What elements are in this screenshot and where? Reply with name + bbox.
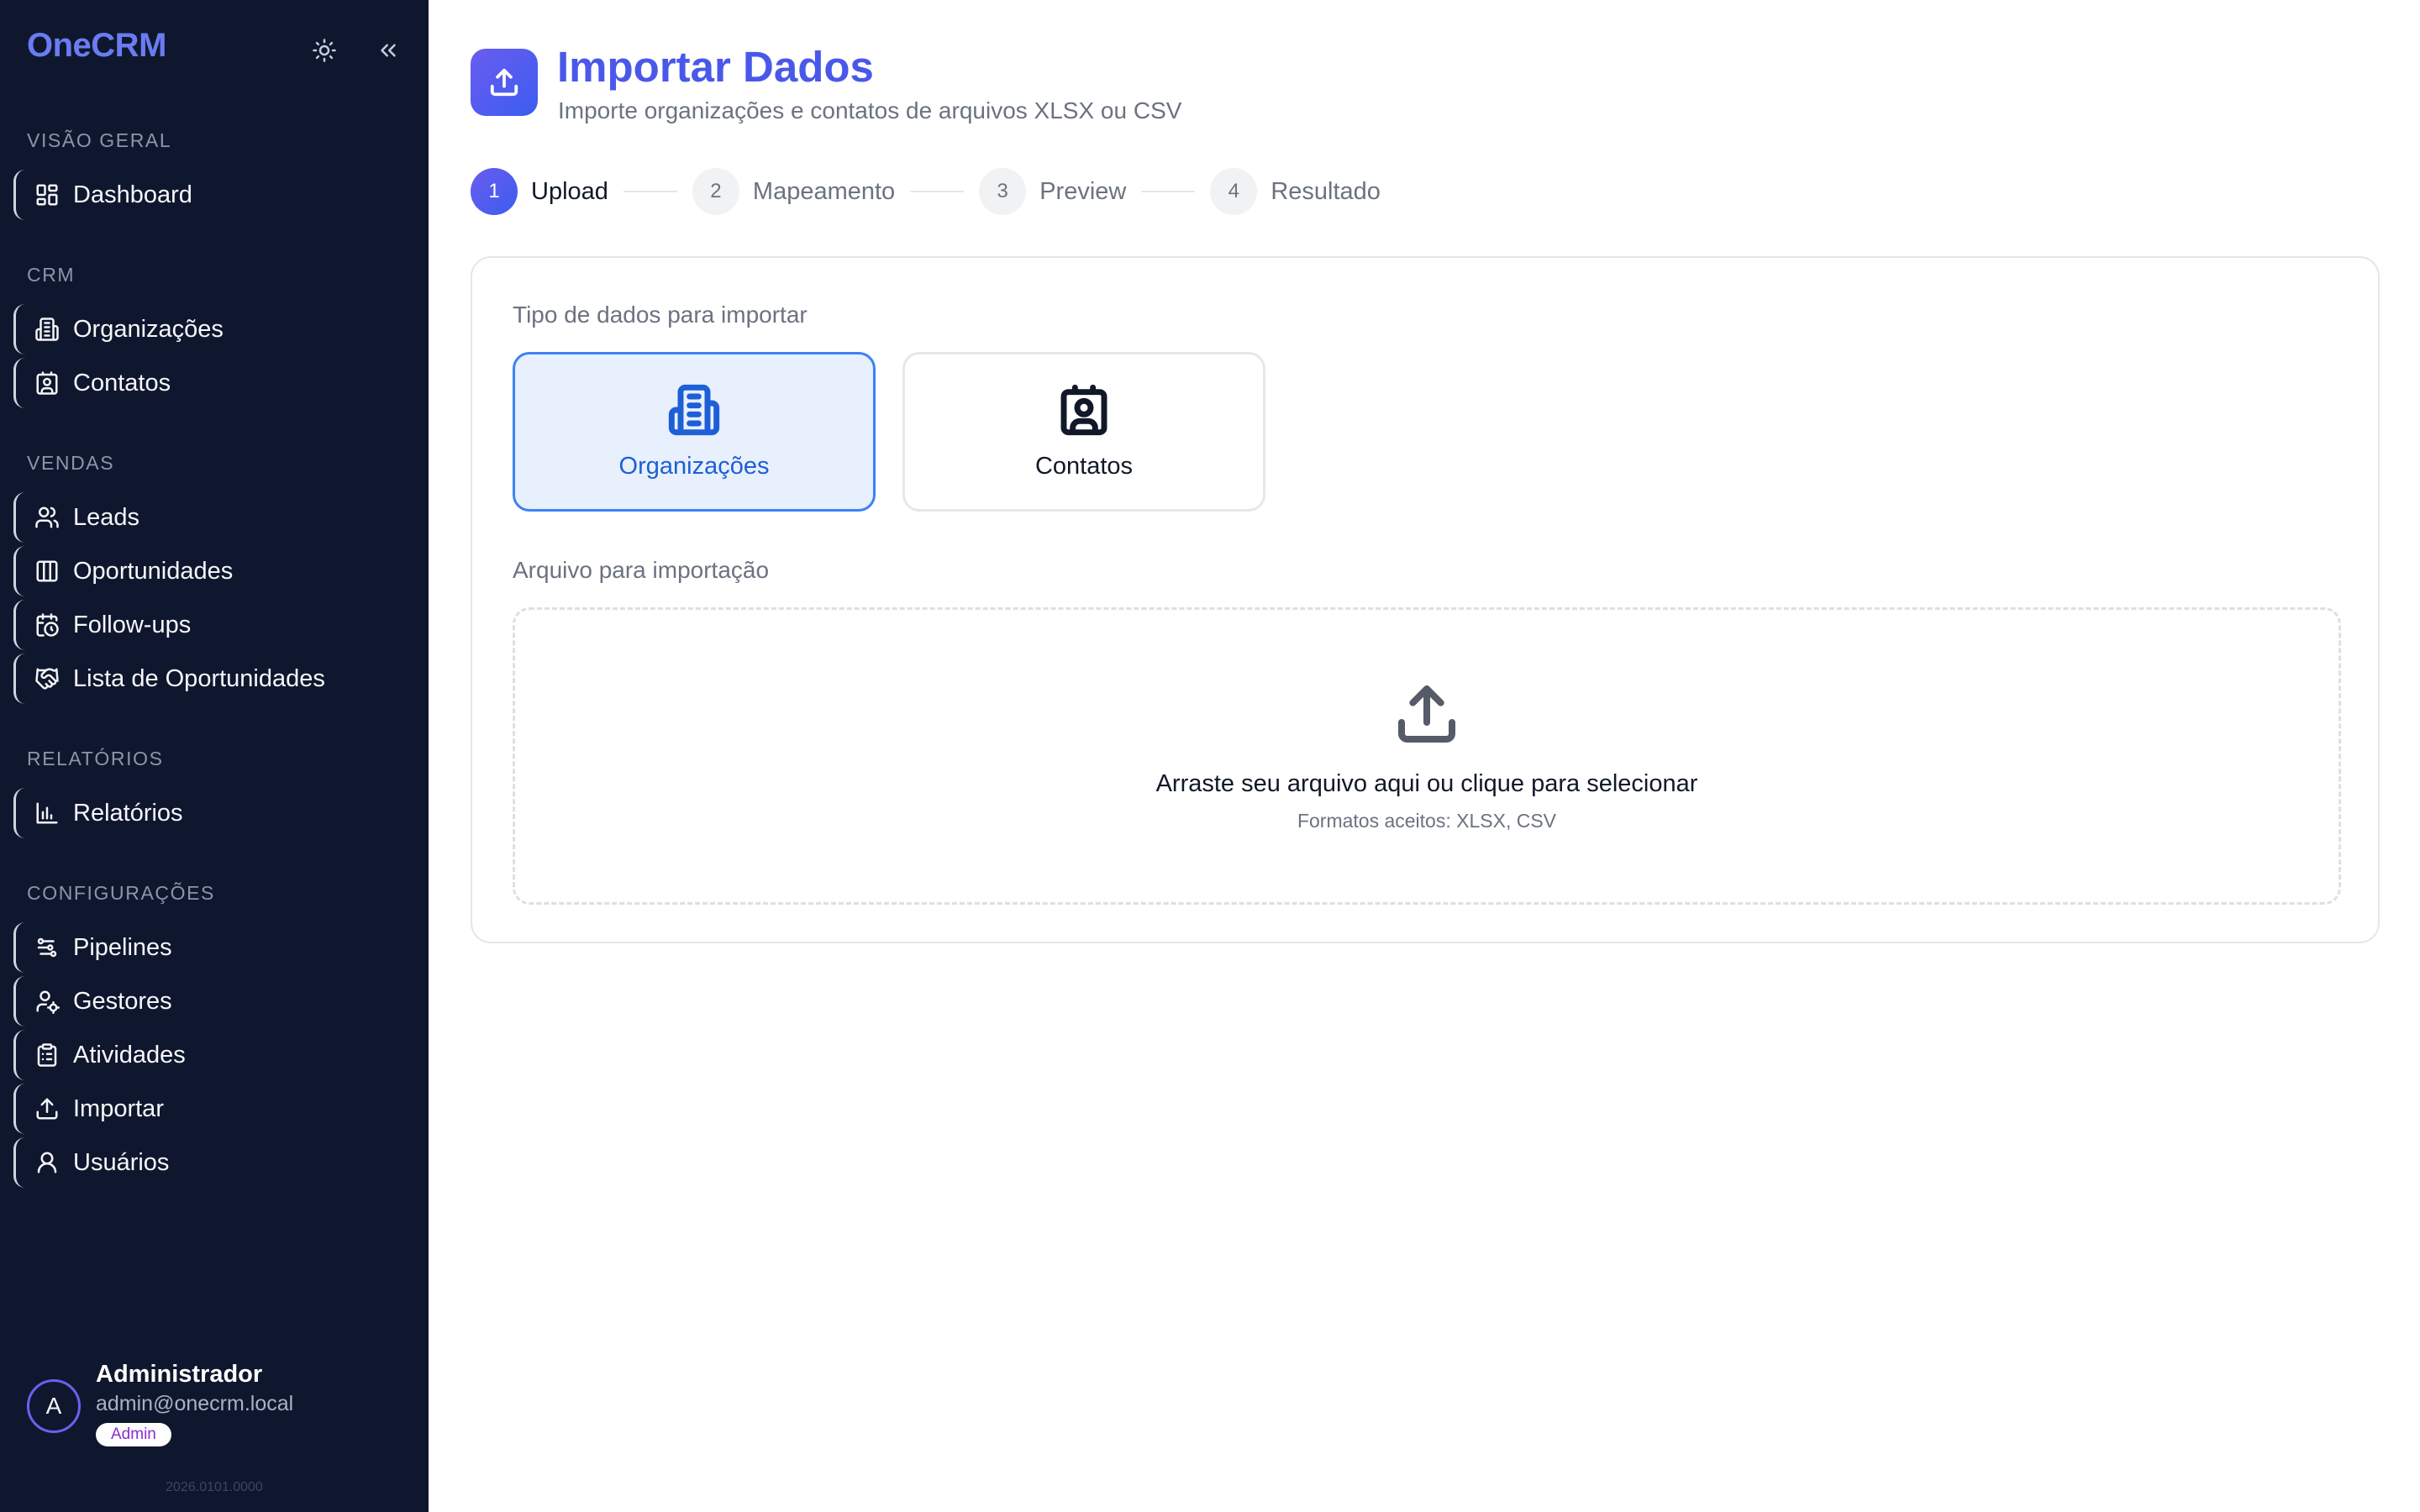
clipboard-icon (33, 1041, 61, 1069)
step-mapeamento[interactable]: 2 Mapeamento (692, 168, 895, 215)
page-subtitle: Importe organizações e contatos de arqui… (558, 97, 1182, 123)
user-icon (33, 1148, 61, 1177)
step-number: 3 (979, 168, 1027, 215)
type-option-organizacoes[interactable]: Organizações (513, 352, 876, 512)
import-card: Tipo de dados para importar Organizações… (471, 256, 2380, 943)
step-number: 4 (1210, 168, 1258, 215)
step-connector (910, 191, 965, 192)
sidebar-item-label: Gestores (73, 987, 172, 1015)
upload-icon (1393, 680, 1460, 752)
upload-icon (33, 1095, 61, 1123)
step-label: Preview (1039, 177, 1127, 205)
file-field-label: Arquivo para importação (513, 557, 770, 583)
pipeline-icon (33, 933, 61, 962)
user-info: Administrador admin@onecrm.local Admin (96, 1361, 293, 1446)
step-label: Mapeamento (752, 177, 896, 205)
section-label-crm: CRM (27, 264, 76, 286)
section-label-vendas: VENDAS (27, 452, 115, 474)
page-header-icon (471, 49, 538, 116)
step-number: 1 (471, 168, 518, 215)
sidebar-item-lista-de-oportunidades[interactable]: Lista de Oportunidades (13, 654, 408, 704)
sidebar-item-label: Lista de Oportunidades (73, 664, 325, 692)
sidebar-item-gestores[interactable]: Gestores (13, 976, 408, 1026)
collapse-sidebar-button[interactable] (371, 34, 405, 67)
bar-chart-icon (33, 799, 61, 827)
step-resultado[interactable]: 4 Resultado (1210, 168, 1381, 215)
page-title: Importar Dados (557, 43, 874, 91)
dropzone-text: Arraste seu arquivo aqui ou clique para … (1155, 769, 1698, 797)
sidebar-item-relatorios[interactable]: Relatórios (13, 788, 408, 838)
sidebar-item-label: Leads (73, 503, 140, 531)
step-label: Resultado (1270, 177, 1381, 205)
section-label-visao-geral: VISÃO GERAL (27, 129, 172, 151)
user-cog-icon (33, 987, 61, 1016)
kanban-icon (33, 557, 61, 585)
contact-icon (33, 369, 61, 397)
sidebar-item-atividades[interactable]: Atividades (13, 1030, 408, 1080)
calendar-clock-icon (33, 611, 61, 639)
sidebar-item-label: Importar (73, 1095, 164, 1122)
type-option-label: Organizações (618, 453, 770, 480)
dashboard-icon (33, 181, 61, 209)
avatar: A (27, 1379, 81, 1433)
type-option-contatos[interactable]: Contatos (902, 352, 1265, 512)
sidebar-item-label: Oportunidades (73, 557, 234, 585)
sidebar-item-label: Dashboard (73, 181, 192, 208)
sidebar-item-dashboard[interactable]: Dashboard (13, 170, 408, 220)
sidebar: OneCRM VISÃO GERAL Dashboard CRM Organiz… (0, 0, 429, 1512)
sidebar-item-label: Organizações (73, 315, 224, 343)
step-label: Upload (531, 177, 608, 205)
role-badge: Admin (96, 1423, 171, 1446)
sidebar-item-usuarios[interactable]: Usuários (13, 1137, 408, 1188)
user-name: Administrador (96, 1361, 263, 1388)
building-icon (667, 383, 721, 441)
sidebar-item-organizacoes[interactable]: Organizações (13, 304, 408, 354)
sidebar-item-follow-ups[interactable]: Follow-ups (13, 600, 408, 650)
section-label-relatorios: RELATÓRIOS (27, 748, 164, 769)
sidebar-item-label: Atividades (73, 1041, 186, 1068)
handshake-icon (33, 664, 61, 693)
sidebar-item-pipelines[interactable]: Pipelines (13, 922, 408, 973)
sidebar-item-importar[interactable]: Importar (13, 1084, 408, 1134)
users-icon (33, 503, 61, 532)
sidebar-item-label: Usuários (73, 1148, 170, 1176)
app-logo[interactable]: OneCRM (27, 27, 166, 65)
sidebar-item-label: Pipelines (73, 933, 172, 961)
sidebar-item-contatos[interactable]: Contatos (13, 358, 408, 408)
theme-toggle-button[interactable] (308, 34, 341, 67)
sidebar-item-label: Follow-ups (73, 611, 192, 638)
app-version: 2026.0101.0000 (166, 1480, 263, 1494)
user-profile[interactable]: A Administrador admin@onecrm.local Admin (27, 1361, 293, 1446)
chevrons-left-icon (381, 44, 396, 57)
sidebar-item-label: Relatórios (73, 799, 183, 827)
contact-icon (1057, 383, 1111, 441)
step-number: 2 (692, 168, 739, 215)
step-connector (623, 191, 677, 192)
step-preview[interactable]: 3 Preview (979, 168, 1126, 215)
type-option-label: Contatos (1034, 453, 1134, 480)
section-label-configuracoes: CONFIGURAÇÕES (27, 882, 215, 904)
sidebar-item-oportunidades[interactable]: Oportunidades (13, 546, 408, 596)
type-field-label: Tipo de dados para importar (513, 302, 808, 328)
sidebar-tools (308, 34, 405, 67)
dropzone-formats: Formatos aceitos: XLSX, CSV (1297, 809, 1557, 832)
building-icon (33, 315, 61, 344)
file-dropzone[interactable]: Arraste seu arquivo aqui ou clique para … (513, 607, 2341, 905)
stepper: 1 Upload 2 Mapeamento 3 Preview 4 Result… (471, 168, 1381, 215)
sidebar-item-leads[interactable]: Leads (13, 492, 408, 543)
step-upload[interactable]: 1 Upload (471, 168, 608, 215)
upload-icon (490, 68, 518, 97)
sidebar-item-label: Contatos (73, 369, 171, 396)
user-email: admin@onecrm.local (96, 1392, 294, 1415)
sun-icon (313, 39, 336, 62)
step-connector (1141, 191, 1196, 192)
